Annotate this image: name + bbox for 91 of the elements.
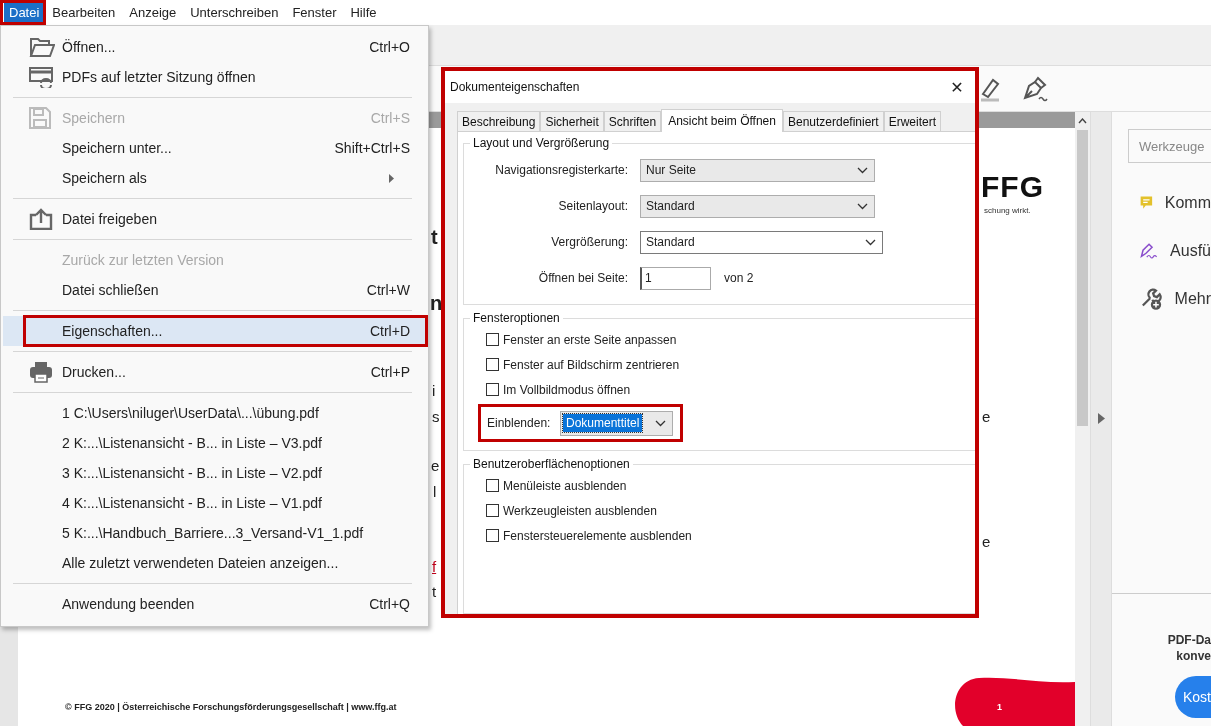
dropdown[interactable]: Standard xyxy=(640,194,875,218)
field-label: Navigationsregisterkarte: xyxy=(494,163,629,177)
menu-item[interactable]: 5 K:...\Handbuch_Barriere...3_Versand-V1_1.pdf xyxy=(1,518,428,548)
chevron-down-icon xyxy=(857,166,868,174)
document-text: s xyxy=(432,408,440,425)
menu-item[interactable]: 2 K:...\Listenansicht - B... in Liste – V3.pdf xyxy=(1,428,428,458)
menu-item[interactable]: Datei freigeben xyxy=(1,204,428,234)
logo: FFG xyxy=(981,170,1044,204)
group-title: Benutzeroberflächenoptionen xyxy=(472,457,631,471)
document-text: n xyxy=(430,292,443,315)
checkbox-label[interactable]: Fenster an erste Seite anpassen xyxy=(503,332,677,347)
document-text: t xyxy=(432,583,437,600)
document-text: i xyxy=(432,382,436,399)
page-number-field[interactable]: 1 xyxy=(640,266,711,290)
chevron-down-icon xyxy=(655,419,666,427)
tool-label[interactable]: Mehr xyxy=(1174,290,1211,308)
menu-item[interactable]: Öffnen... Ctrl+O xyxy=(1,32,428,62)
group-title: Layout und Vergrößerung xyxy=(472,136,611,150)
chevron-down-icon xyxy=(865,238,876,246)
menu-item[interactable]: Eigenschaften... Ctrl+D xyxy=(3,316,428,346)
menu-item[interactable]: Anwendung beenden Ctrl+Q xyxy=(1,589,428,619)
field-label: Öffnen bei Seite: xyxy=(537,271,629,285)
page-count: von 2 xyxy=(724,271,754,285)
field-label: Seitenlayout: xyxy=(557,199,629,213)
document-text: l xyxy=(433,483,437,500)
tagline: schung wirkt. xyxy=(984,206,1031,215)
field-label: Vergrößerung: xyxy=(550,235,629,249)
tool-label[interactable]: Komm xyxy=(1164,194,1211,212)
tool-label[interactable]: Ausfü xyxy=(1170,242,1211,260)
submenu-arrow-icon xyxy=(389,173,394,183)
tab[interactable]: Ansicht beim Öffnen xyxy=(661,109,783,132)
checkbox[interactable] xyxy=(486,383,499,396)
menu-title[interactable]: Fenster xyxy=(286,2,343,23)
printer-icon xyxy=(29,361,53,383)
document-text: t xyxy=(431,226,438,249)
dropdown[interactable]: Nur Seite xyxy=(640,158,875,182)
group-title: Fensteroptionen xyxy=(472,311,561,325)
promo-text: PDF-Da xyxy=(1167,632,1211,648)
field-label: Einblenden: xyxy=(487,416,552,430)
menu-item[interactable]: Alle zuletzt verwendeten Dateien anzeigen... xyxy=(1,548,428,578)
checkbox[interactable] xyxy=(486,479,499,492)
menu-item[interactable]: Speichern als xyxy=(1,163,428,193)
search-field[interactable]: Werkzeuge xyxy=(1128,129,1211,163)
tab[interactable]: Schriften xyxy=(603,111,662,131)
menu-title[interactable]: Hilfe xyxy=(344,2,383,23)
wrench-plus-icon[interactable] xyxy=(1140,287,1163,311)
dropdown[interactable]: Dokumenttitel xyxy=(560,410,673,436)
checkbox-label[interactable]: Menüleiste ausblenden xyxy=(503,478,627,493)
menu-item[interactable]: 4 K:...\Listenansicht - B... in Liste – V1.pdf xyxy=(1,488,428,518)
share-icon xyxy=(29,208,53,230)
document-text: f xyxy=(432,558,437,575)
menu-item[interactable]: PDFs auf letzter Sitzung öffnen xyxy=(1,62,428,92)
scroll-thumb[interactable] xyxy=(1077,130,1088,426)
tab[interactable]: Benutzerdefiniert xyxy=(782,111,884,131)
document-text: e xyxy=(982,533,991,550)
page-number: 1 xyxy=(997,702,1002,712)
menu-title[interactable]: Unterschreiben xyxy=(184,2,285,23)
save-icon xyxy=(29,107,51,129)
menu-item[interactable]: Speichern unter... Shift+Ctrl+S xyxy=(1,133,428,163)
dialog-title: Dokumenteigenschaften xyxy=(450,80,580,94)
dropdown[interactable]: Standard xyxy=(640,230,883,254)
menu-item[interactable]: Drucken... Ctrl+P xyxy=(1,357,428,387)
menu-title[interactable]: Bearbeiten xyxy=(46,2,122,23)
chevron-down-icon xyxy=(857,202,868,210)
checkbox-label[interactable]: Fenstersteuerelemente ausblenden xyxy=(503,528,692,543)
tab[interactable]: Erweitert xyxy=(883,111,942,131)
menu-item[interactable]: Datei schließen Ctrl+W xyxy=(1,275,428,305)
tab[interactable]: Beschreibung xyxy=(457,111,541,131)
checkbox[interactable] xyxy=(486,358,499,371)
expand-icon[interactable] xyxy=(1097,412,1105,424)
scrollbar[interactable] xyxy=(1075,112,1090,726)
documents-sync-icon xyxy=(29,66,55,88)
checkbox-label[interactable]: Werkzeugleisten ausblenden xyxy=(503,503,657,518)
close-button[interactable]: ✕ xyxy=(939,72,975,102)
scroll-up-icon[interactable] xyxy=(1078,118,1087,124)
menu-item[interactable]: 3 K:...\Listenansicht - B... in Liste – V2.pdf xyxy=(1,458,428,488)
checkbox[interactable] xyxy=(486,529,499,542)
menu-item[interactable]: 1 C:\Users\niluger\UserData\...\übung.pdf xyxy=(1,398,428,428)
checkbox-label[interactable]: Im Vollbildmodus öffnen xyxy=(503,382,631,397)
document-text: e xyxy=(982,408,991,425)
tab[interactable]: Sicherheit xyxy=(540,111,604,131)
menu-title[interactable]: Anzeige xyxy=(123,2,183,23)
page-footer: © FFG 2020 | Österreichische Forschungsförderungsgesellschaft | www.ffg.at xyxy=(65,702,397,712)
checkbox-label[interactable]: Fenster auf Bildschirm zentrieren xyxy=(503,357,680,372)
document-text: e xyxy=(431,457,440,474)
promo-text: konve xyxy=(1176,648,1211,664)
folder-icon xyxy=(29,36,55,58)
start-button[interactable]: Kost xyxy=(1175,676,1211,718)
checkbox[interactable] xyxy=(486,504,499,517)
checkbox[interactable] xyxy=(486,333,499,346)
pen-icon[interactable] xyxy=(1021,75,1049,102)
